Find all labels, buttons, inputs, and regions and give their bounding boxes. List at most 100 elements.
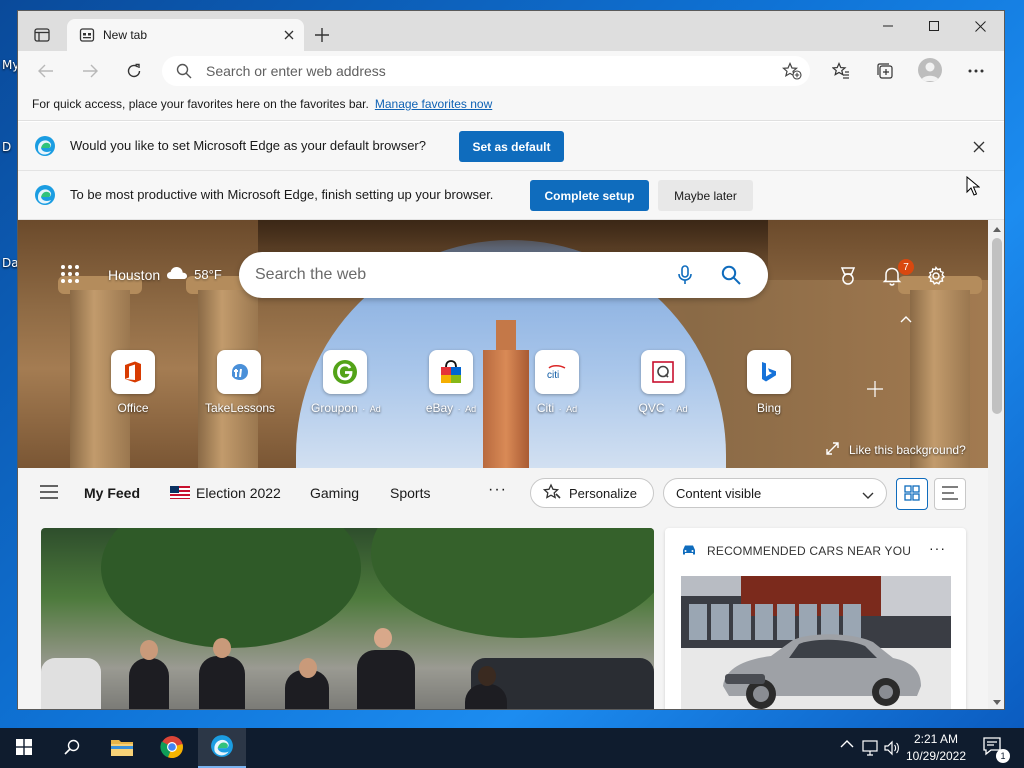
microphone-icon[interactable] <box>677 265 693 288</box>
setup-message: To be most productive with Microsoft Edg… <box>70 187 494 202</box>
qvc-logo-icon <box>641 350 685 394</box>
manage-favorites-link[interactable]: Manage favorites now <box>375 97 492 111</box>
toolbar <box>18 51 1004 91</box>
takelessons-logo-icon <box>217 350 261 394</box>
apps-launcher-icon[interactable] <box>60 264 82 286</box>
desktop-icon-label[interactable]: D <box>2 140 11 154</box>
ad-label: Ad <box>676 404 688 414</box>
edge-logo-icon <box>34 184 56 206</box>
edge-taskbar-button[interactable] <box>198 728 246 768</box>
tab-election-2022[interactable]: Election 2022 <box>170 485 281 501</box>
mouse-cursor-icon <box>966 175 981 199</box>
collections-icon[interactable] <box>871 59 899 83</box>
quick-link-qvc[interactable]: QVC · Ad <box>629 350 697 415</box>
background-image: Houston 58°F 7 <box>18 220 988 468</box>
file-explorer-button[interactable] <box>98 728 146 768</box>
rewards-icon[interactable] <box>836 264 860 288</box>
quick-link-ebay[interactable]: eBay · Ad <box>417 350 485 415</box>
maybe-later-button[interactable]: Maybe later <box>658 180 753 211</box>
personalize-button[interactable]: Personalize <box>530 478 654 508</box>
new-tab-page-icon <box>79 27 95 46</box>
scrollbar-thumb[interactable] <box>992 238 1002 414</box>
weather-temp: 58°F <box>194 267 222 282</box>
system-clock[interactable]: 2:21 AM 10/29/2022 <box>900 731 972 765</box>
close-infobar-icon[interactable] <box>970 138 988 156</box>
list-view-icon <box>942 485 958 503</box>
web-search-input[interactable] <box>255 252 655 298</box>
bing-logo-icon <box>747 350 791 394</box>
taskbar: 2:21 AM 10/29/2022 1 <box>0 728 1024 768</box>
refresh-button[interactable] <box>120 59 148 83</box>
set-as-default-button[interactable]: Set as default <box>459 131 564 162</box>
news-story-card[interactable] <box>41 528 654 709</box>
title-bar: New tab <box>18 11 1004 51</box>
close-window-button[interactable] <box>957 11 1003 41</box>
web-search-box[interactable] <box>239 252 768 298</box>
new-tab-button[interactable] <box>310 23 334 47</box>
scroll-down-icon[interactable] <box>992 697 1002 707</box>
cloud-icon <box>166 266 188 283</box>
favorites-bar: For quick access, place your favorites h… <box>18 91 1004 121</box>
minimize-button[interactable] <box>865 11 911 41</box>
recommended-cars-card[interactable]: RECOMMENDED CARS NEAR YOU ··· <box>665 528 966 709</box>
edge-logo-icon <box>34 135 56 157</box>
address-input[interactable] <box>206 56 766 86</box>
chevron-down-icon <box>862 488 874 503</box>
tile-label: QVC <box>638 401 665 415</box>
card-more-options[interactable]: ··· <box>929 540 946 556</box>
tab-gaming[interactable]: Gaming <box>310 485 359 501</box>
show-hidden-icons-chevron[interactable] <box>840 738 854 752</box>
more-topics-button[interactable]: ··· <box>488 481 507 499</box>
tile-label: Citi <box>536 401 555 415</box>
quick-link-groupon[interactable]: Groupon · Ad <box>311 350 381 415</box>
weather-widget[interactable]: Houston 58°F <box>108 266 222 283</box>
us-flag-icon <box>170 486 190 499</box>
tile-label: Bing <box>756 401 782 415</box>
ad-label: Ad <box>369 404 381 414</box>
favorites-icon[interactable] <box>827 59 855 83</box>
network-icon[interactable] <box>862 740 880 759</box>
tab-sports[interactable]: Sports <box>390 485 430 501</box>
chrome-button[interactable] <box>148 728 196 768</box>
page-scrollbar[interactable] <box>988 220 1004 709</box>
grid-view-button[interactable] <box>896 478 928 510</box>
page-settings-gear-icon[interactable] <box>924 264 948 288</box>
quick-link-office[interactable]: Office <box>99 350 167 415</box>
start-button[interactable] <box>0 728 48 768</box>
search-icon[interactable] <box>721 265 741 288</box>
tab-actions-icon[interactable] <box>28 23 56 47</box>
profile-avatar[interactable] <box>918 58 942 82</box>
taskbar-search-button[interactable] <box>48 728 96 768</box>
settings-more-icon[interactable] <box>962 59 990 83</box>
personalize-label: Personalize <box>569 485 637 501</box>
tab-my-feed[interactable]: My Feed <box>84 485 140 501</box>
tile-label: Groupon <box>311 401 358 415</box>
svg-text:citi: citi <box>547 370 559 379</box>
tab-new-tab[interactable]: New tab <box>67 19 304 51</box>
tile-label: Office <box>117 401 149 415</box>
scroll-up-icon[interactable] <box>992 224 1002 234</box>
close-tab-icon[interactable] <box>281 27 297 43</box>
list-view-button[interactable] <box>934 478 966 510</box>
feed-navigation: My Feed Election 2022 Gaming Sports ··· … <box>18 468 988 518</box>
volume-icon[interactable] <box>884 740 900 759</box>
address-bar[interactable] <box>162 56 810 86</box>
expand-icon <box>826 442 839 458</box>
add-quick-link-icon[interactable] <box>864 378 886 400</box>
quick-link-bing[interactable]: Bing <box>735 350 803 415</box>
complete-setup-button[interactable]: Complete setup <box>530 180 649 211</box>
default-browser-message: Would you like to set Microsoft Edge as … <box>70 138 426 153</box>
tab-title: New tab <box>103 28 148 42</box>
quick-link-takelessons[interactable]: TakeLessons <box>205 350 275 415</box>
quick-link-citi[interactable]: citi Citi · Ad <box>523 350 591 415</box>
like-background-button[interactable]: Like this background? <box>826 442 966 458</box>
edge-icon <box>210 734 234 761</box>
add-favorite-icon[interactable] <box>781 62 802 83</box>
content-visibility-dropdown[interactable]: Content visible <box>663 478 887 508</box>
hamburger-menu-icon[interactable] <box>40 485 58 502</box>
grid-view-icon <box>904 484 920 504</box>
collapse-chevron-icon[interactable] <box>900 312 912 326</box>
back-button[interactable] <box>32 59 60 83</box>
maximize-button[interactable] <box>911 11 957 41</box>
forward-button[interactable] <box>76 59 104 83</box>
